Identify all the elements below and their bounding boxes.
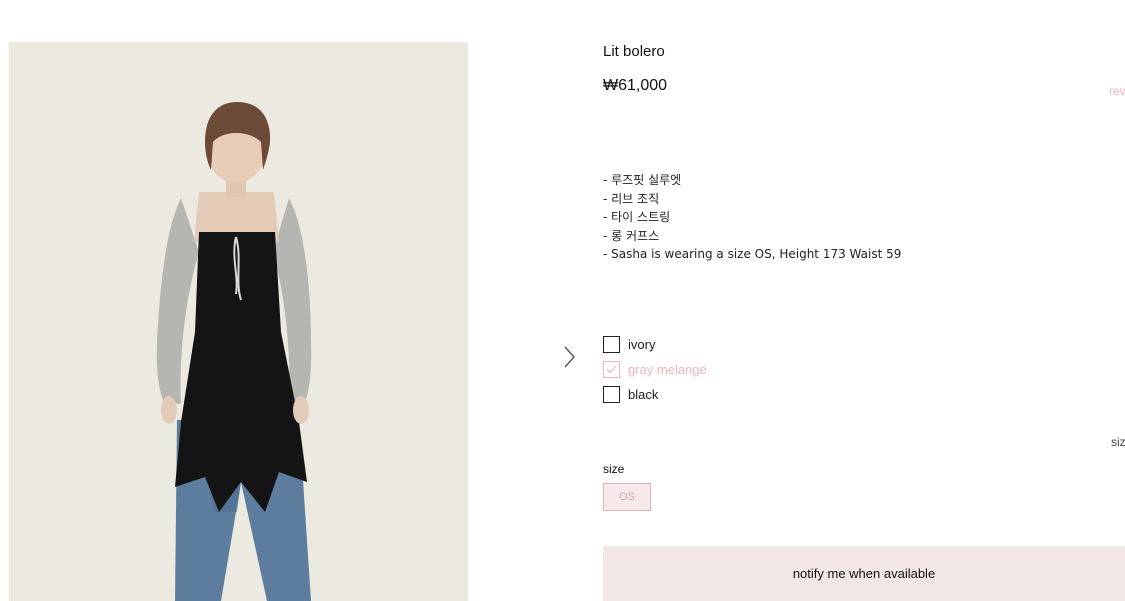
color-option-black[interactable]: black <box>603 382 707 407</box>
description-line: - 리브 조직 <box>603 191 660 206</box>
description-line: - 롱 커프스 <box>603 228 660 243</box>
size-guide-link[interactable]: siz <box>1111 435 1125 449</box>
size-label: size <box>603 462 625 476</box>
product-price: ₩61,000 <box>603 77 668 94</box>
color-label: black <box>628 387 659 402</box>
color-label: ivory <box>628 337 656 352</box>
description-line: - Sasha is wearing a size OS, Height 173… <box>603 247 902 262</box>
check-icon <box>606 365 617 374</box>
size-option-button[interactable]: OS <box>603 483 651 511</box>
reviews-link[interactable]: rev <box>1109 84 1125 98</box>
product-page: Lit bolero ₩61,000 rev - 루즈핏 실루엣 - 리브 조직… <box>0 0 1125 601</box>
description-line: - 루즈핏 실루엣 <box>603 173 682 187</box>
description-line: - 타이 스트링 <box>603 210 671 225</box>
model-illustration <box>9 42 468 601</box>
next-image-chevron-icon[interactable] <box>559 343 581 373</box>
product-image[interactable] <box>9 42 468 601</box>
color-option-ivory[interactable]: ivory <box>603 332 707 357</box>
product-description: - 루즈핏 실루엣 - 리브 조직 - 타이 스트링 - 롱 커프스 - Sas… <box>603 171 901 264</box>
color-label: gray melange <box>628 362 707 377</box>
color-checkbox[interactable] <box>603 361 620 378</box>
color-option-gray-melange[interactable]: gray melange <box>603 357 707 382</box>
product-title: Lit bolero <box>603 43 665 60</box>
notify-me-button[interactable]: notify me when available <box>603 546 1125 601</box>
color-options: ivory gray melange black <box>603 332 707 407</box>
color-checkbox[interactable] <box>603 336 620 353</box>
color-checkbox[interactable] <box>603 386 620 403</box>
